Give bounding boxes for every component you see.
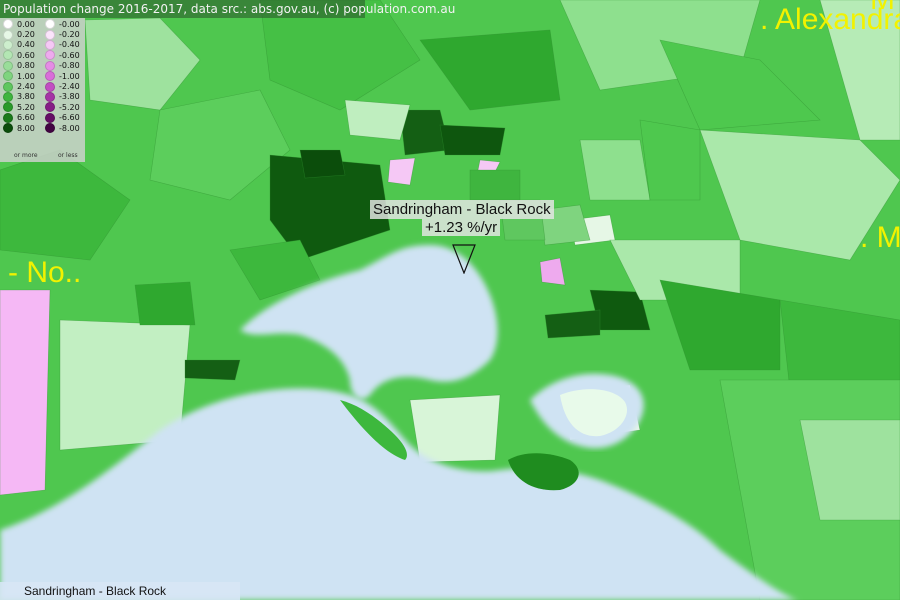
legend-pos-item: 2.40	[1, 81, 35, 92]
legend-neg-item: -0.20	[43, 29, 80, 40]
legend-pos-swatch	[3, 60, 13, 71]
legend-pos-item: 0.40	[1, 39, 35, 50]
status-selected-region: Sandringham - Black Rock	[24, 584, 167, 598]
legend-neg-label: -3.80	[59, 92, 80, 102]
legend-neg-item: -0.80	[43, 60, 80, 71]
legend-neg-label: -0.40	[59, 40, 80, 50]
location-marker-icon[interactable]	[452, 244, 476, 274]
legend-neg-item: -5.20	[43, 102, 80, 113]
legend-pos-label: 5.20	[17, 102, 35, 112]
legend-neg-label: -5.20	[59, 102, 80, 112]
legend-pos-swatch	[3, 91, 13, 102]
legend-neg-label: -0.80	[59, 61, 80, 71]
legend-pos-item: 0.20	[1, 29, 35, 40]
legend-pos-item: 6.60	[1, 112, 35, 123]
legend-neg-swatch	[45, 19, 55, 30]
legend-neg-swatch	[45, 50, 55, 61]
legend-pos-swatch	[3, 29, 13, 40]
legend-pos-label: 0.20	[17, 30, 35, 40]
legend-neg-label: -0.00	[59, 19, 80, 29]
legend-neg-swatch	[45, 91, 55, 102]
legend-neg-label: -0.60	[59, 50, 80, 60]
legend-neg-item: -0.00	[43, 19, 80, 30]
legend-pos-item: 0.00	[1, 19, 35, 30]
place-label-no[interactable]: - No..	[8, 253, 81, 293]
legend-pos-swatch	[3, 50, 13, 61]
popup-region-name: Sandringham - Black Rock	[370, 200, 554, 219]
legend-neg-swatch	[45, 29, 55, 40]
legend-neg-swatch	[45, 71, 55, 82]
legend-neg-item: -0.60	[43, 50, 80, 61]
legend-pos-label: 8.00	[17, 123, 35, 133]
legend-pos-swatch	[3, 81, 13, 92]
legend-pos-swatch	[3, 112, 13, 123]
legend-pos-label: 6.60	[17, 113, 35, 123]
legend-neg-swatch	[45, 102, 55, 113]
legend-neg-swatch	[45, 112, 55, 123]
legend-pos-item: 3.80	[1, 91, 35, 102]
legend-neg-swatch	[45, 60, 55, 71]
legend-pos-label: 0.80	[17, 61, 35, 71]
attribution-bar: Population change 2016-2017, data src.: …	[0, 0, 455, 18]
legend-neg-swatch	[45, 123, 55, 134]
legend-pos-swatch	[3, 71, 13, 82]
legend-neg-item: -0.40	[43, 39, 80, 50]
legend-pos-label: 0.00	[17, 19, 35, 29]
legend-negative-note: or less	[58, 152, 78, 159]
legend-pos-swatch	[3, 102, 13, 113]
legend-pos-swatch	[3, 123, 13, 134]
place-label-me[interactable]: . Me	[860, 218, 900, 258]
legend-pos-swatch	[3, 19, 13, 30]
legend-pos-item: 5.20	[1, 102, 35, 113]
region-popup: Sandringham - Black Rock +1.23 %/yr	[370, 200, 556, 237]
legend-pos-label: 3.80	[17, 92, 35, 102]
legend-pos-item: 1.00	[1, 71, 35, 82]
legend-pos-item: 0.80	[1, 60, 35, 71]
legend-pos-label: 0.40	[17, 40, 35, 50]
legend-neg-item: -8.00	[43, 123, 80, 134]
legend-neg-item: -1.00	[43, 71, 80, 82]
map-legend: 0.00 0.20 0.40 0.60 0.80 1.00 2.40 3.80 5.20 6.60…	[0, 18, 85, 162]
legend-pos-item: 8.00	[1, 123, 35, 134]
legend-negative-column: -0.00 -0.20 -0.40 -0.60 -0.80 -1.00 -2.40 -3.80…	[43, 19, 80, 134]
legend-positive-note: or more	[14, 152, 38, 159]
legend-neg-item: -6.60	[43, 112, 80, 123]
legend-neg-item: -3.80	[43, 91, 80, 102]
legend-pos-item: 0.60	[1, 50, 35, 61]
status-bar: Sandringham - Black Rock	[0, 582, 240, 600]
legend-neg-label: -8.00	[59, 123, 80, 133]
legend-neg-swatch	[45, 81, 55, 92]
legend-neg-label: -0.20	[59, 30, 80, 40]
popup-change-value: +1.23 %/yr	[422, 219, 501, 236]
legend-neg-swatch	[45, 39, 55, 50]
legend-neg-label: -1.00	[59, 71, 80, 81]
legend-neg-label: -6.60	[59, 113, 80, 123]
legend-pos-label: 2.40	[17, 82, 35, 92]
legend-neg-label: -2.40	[59, 82, 80, 92]
population-change-map[interactable]	[0, 0, 900, 600]
place-label-m[interactable]: M	[870, 0, 895, 20]
legend-pos-label: 1.00	[17, 71, 35, 81]
legend-positive-column: 0.00 0.20 0.40 0.60 0.80 1.00 2.40 3.80 5.20 6.60…	[1, 19, 35, 134]
attribution-text: Population change 2016-2017, data src.: …	[3, 2, 456, 16]
legend-pos-label: 0.60	[17, 50, 35, 60]
legend-neg-item: -2.40	[43, 81, 80, 92]
legend-pos-swatch	[3, 39, 13, 50]
